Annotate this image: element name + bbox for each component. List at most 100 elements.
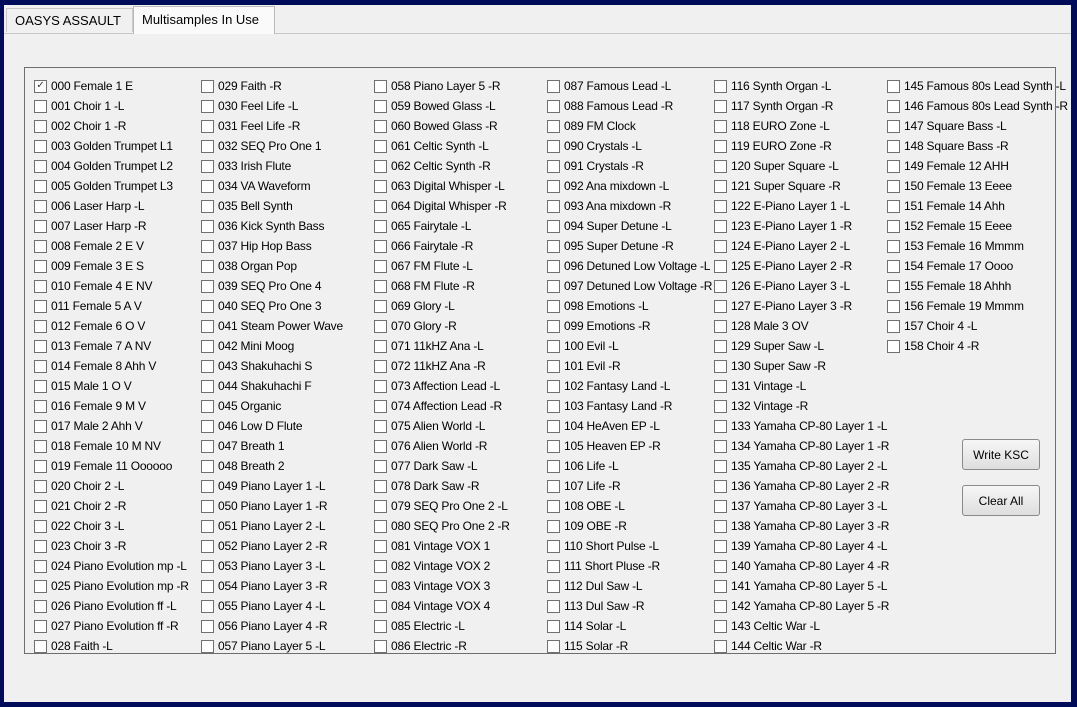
- checkbox[interactable]: [547, 479, 560, 493]
- multisample-checkbox-item[interactable]: 098 Emotions -L: [547, 296, 712, 316]
- multisample-checkbox-item[interactable]: 052 Piano Layer 2 -R: [201, 536, 343, 556]
- multisample-checkbox-item[interactable]: 132 Vintage -R: [714, 396, 889, 416]
- multisample-checkbox-item[interactable]: 055 Piano Layer 4 -L: [201, 596, 343, 616]
- multisample-checkbox-item[interactable]: 096 Detuned Low Voltage -L: [547, 256, 712, 276]
- multisample-checkbox-item[interactable]: 067 FM Flute -L: [374, 256, 510, 276]
- checkbox[interactable]: [201, 99, 214, 113]
- checkbox[interactable]: [201, 399, 214, 413]
- checkbox[interactable]: [547, 159, 560, 173]
- checkbox[interactable]: [887, 179, 900, 193]
- multisample-checkbox-item[interactable]: 107 Life -R: [547, 476, 712, 496]
- multisample-checkbox-item[interactable]: 115 Solar -R: [547, 636, 712, 656]
- checkbox[interactable]: [547, 499, 560, 513]
- checkbox[interactable]: [201, 579, 214, 593]
- checkbox[interactable]: [201, 559, 214, 573]
- checkbox[interactable]: [547, 439, 560, 453]
- multisample-checkbox-item[interactable]: 091 Crystals -R: [547, 156, 712, 176]
- multisample-checkbox-item[interactable]: 119 EURO Zone -R: [714, 136, 889, 156]
- multisample-checkbox-item[interactable]: 047 Breath 1: [201, 436, 343, 456]
- multisample-checkbox-item[interactable]: 124 E-Piano Layer 2 -L: [714, 236, 889, 256]
- multisample-checkbox-item[interactable]: 136 Yamaha CP-80 Layer 2 -R: [714, 476, 889, 496]
- checkbox[interactable]: [374, 499, 387, 513]
- checkbox[interactable]: [714, 499, 727, 513]
- checkbox[interactable]: [374, 359, 387, 373]
- checkbox[interactable]: [34, 499, 47, 513]
- multisample-checkbox-item[interactable]: 123 E-Piano Layer 1 -R: [714, 216, 889, 236]
- checkbox[interactable]: [547, 559, 560, 573]
- multisample-checkbox-item[interactable]: 084 Vintage VOX 4: [374, 596, 510, 616]
- checkbox[interactable]: [714, 539, 727, 553]
- multisample-checkbox-item[interactable]: 014 Female 8 Ahh V: [34, 356, 189, 376]
- multisample-checkbox-item[interactable]: 104 HeAven EP -L: [547, 416, 712, 436]
- clear-all-button[interactable]: Clear All: [962, 485, 1040, 516]
- checkbox[interactable]: [714, 199, 727, 213]
- checkbox[interactable]: [374, 79, 387, 93]
- multisample-checkbox-item[interactable]: 079 SEQ Pro One 2 -L: [374, 496, 510, 516]
- checkbox[interactable]: [34, 399, 47, 413]
- checkbox[interactable]: [34, 599, 47, 613]
- checkbox[interactable]: [34, 579, 47, 593]
- multisample-checkbox-item[interactable]: 036 Kick Synth Bass: [201, 216, 343, 236]
- checkbox[interactable]: [374, 479, 387, 493]
- checkbox[interactable]: [374, 399, 387, 413]
- multisample-checkbox-item[interactable]: 153 Female 16 Mmmm: [887, 236, 1068, 256]
- multisample-checkbox-item[interactable]: 125 E-Piano Layer 2 -R: [714, 256, 889, 276]
- multisample-checkbox-item[interactable]: 083 Vintage VOX 3: [374, 576, 510, 596]
- multisample-checkbox-item[interactable]: 065 Fairytale -L: [374, 216, 510, 236]
- checkbox[interactable]: [547, 99, 560, 113]
- checkbox[interactable]: [34, 539, 47, 553]
- multisample-checkbox-item[interactable]: 117 Synth Organ -R: [714, 96, 889, 116]
- multisample-checkbox-item[interactable]: 072 11kHZ Ana -R: [374, 356, 510, 376]
- multisample-checkbox-item[interactable]: 156 Female 19 Mmmm: [887, 296, 1068, 316]
- checkbox[interactable]: [714, 299, 727, 313]
- multisample-checkbox-item[interactable]: 030 Feel Life -L: [201, 96, 343, 116]
- checkbox[interactable]: [34, 359, 47, 373]
- multisample-checkbox-item[interactable]: 093 Ana mixdown -R: [547, 196, 712, 216]
- multisample-checkbox-item[interactable]: 149 Female 12 AHH: [887, 156, 1068, 176]
- multisample-checkbox-item[interactable]: 158 Choir 4 -R: [887, 336, 1068, 356]
- checkbox[interactable]: [887, 199, 900, 213]
- multisample-checkbox-item[interactable]: 121 Super Square -R: [714, 176, 889, 196]
- checkbox[interactable]: [547, 599, 560, 613]
- checkbox[interactable]: [201, 619, 214, 633]
- checkbox[interactable]: [374, 559, 387, 573]
- checkbox[interactable]: [887, 239, 900, 253]
- checkbox[interactable]: [887, 299, 900, 313]
- multisample-checkbox-item[interactable]: 039 SEQ Pro One 4: [201, 276, 343, 296]
- multisample-checkbox-item[interactable]: 013 Female 7 A NV: [34, 336, 189, 356]
- multisample-checkbox-item[interactable]: 049 Piano Layer 1 -L: [201, 476, 343, 496]
- checkbox[interactable]: [714, 439, 727, 453]
- multisample-checkbox-item[interactable]: 023 Choir 3 -R: [34, 536, 189, 556]
- multisample-checkbox-item[interactable]: 073 Affection Lead -L: [374, 376, 510, 396]
- checkbox[interactable]: [201, 459, 214, 473]
- multisample-checkbox-item[interactable]: 097 Detuned Low Voltage -R: [547, 276, 712, 296]
- multisample-checkbox-item[interactable]: 086 Electric -R: [374, 636, 510, 656]
- multisample-checkbox-item[interactable]: 061 Celtic Synth -L: [374, 136, 510, 156]
- multisample-checkbox-item[interactable]: 142 Yamaha CP-80 Layer 5 -R: [714, 596, 889, 616]
- multisample-checkbox-item[interactable]: 003 Golden Trumpet L1: [34, 136, 189, 156]
- multisample-checkbox-item[interactable]: 010 Female 4 E NV: [34, 276, 189, 296]
- multisample-checkbox-item[interactable]: 026 Piano Evolution ff -L: [34, 596, 189, 616]
- multisample-checkbox-item[interactable]: 148 Square Bass -R: [887, 136, 1068, 156]
- checkbox[interactable]: [887, 219, 900, 233]
- checkbox[interactable]: [374, 99, 387, 113]
- multisample-checkbox-item[interactable]: 157 Choir 4 -L: [887, 316, 1068, 336]
- multisample-checkbox-item[interactable]: 089 FM Clock: [547, 116, 712, 136]
- checkbox[interactable]: [201, 159, 214, 173]
- checkbox[interactable]: [374, 319, 387, 333]
- multisample-checkbox-item[interactable]: 152 Female 15 Eeee: [887, 216, 1068, 236]
- checkbox[interactable]: [547, 579, 560, 593]
- checkbox[interactable]: [34, 299, 47, 313]
- checkbox[interactable]: [34, 379, 47, 393]
- checkbox[interactable]: [714, 399, 727, 413]
- multisample-checkbox-item[interactable]: 146 Famous 80s Lead Synth -R: [887, 96, 1068, 116]
- checkbox[interactable]: [201, 379, 214, 393]
- checkbox[interactable]: [34, 439, 47, 453]
- multisample-checkbox-item[interactable]: 062 Celtic Synth -R: [374, 156, 510, 176]
- multisample-checkbox-item[interactable]: 064 Digital Whisper -R: [374, 196, 510, 216]
- checkbox[interactable]: [374, 239, 387, 253]
- checkbox[interactable]: [201, 639, 214, 653]
- checkbox[interactable]: [201, 479, 214, 493]
- multisample-checkbox-item[interactable]: 007 Laser Harp -R: [34, 216, 189, 236]
- multisample-checkbox-item[interactable]: 131 Vintage -L: [714, 376, 889, 396]
